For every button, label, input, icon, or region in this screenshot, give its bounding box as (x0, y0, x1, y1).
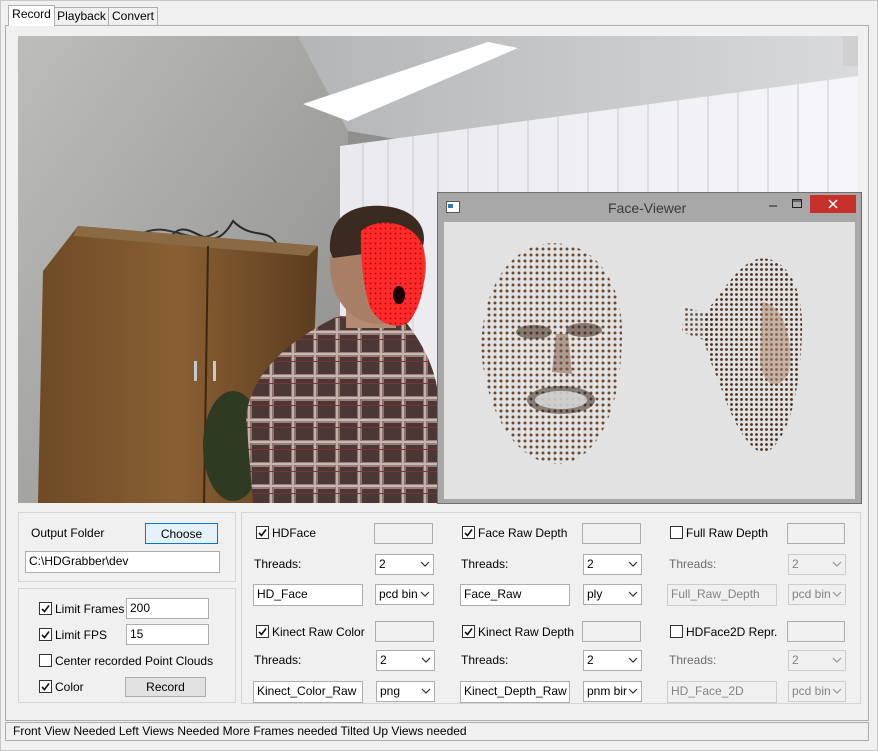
streams-group (241, 512, 861, 704)
kinect-raw-depth-threads-value: 2 (587, 653, 594, 667)
face-viewer-title: Face-Viewer (608, 200, 687, 216)
kinect-raw-depth-threads-select[interactable]: 2 (583, 650, 642, 671)
tab-playback[interactable]: Playback (54, 7, 109, 25)
hdface2d-threads-value: 2 (792, 653, 799, 667)
face-raw-depth-threads-label: Threads: (461, 557, 509, 571)
face-raw-depth-threads-value: 2 (587, 557, 594, 571)
status-bar: Front View Needed Left Views Needed More… (5, 722, 869, 741)
full-raw-depth-threads-label: Threads: (669, 557, 717, 571)
center-clouds-label: Center recorded Point Clouds (55, 654, 214, 668)
face-raw-depth-status-box (582, 523, 641, 544)
face-raw-depth-filename[interactable]: Face_Raw (460, 584, 570, 606)
chevron-down-icon (421, 657, 431, 663)
kinect-raw-depth-format-select[interactable]: pnm bir (583, 681, 642, 702)
face-raw-depth-label: Face Raw Depth (478, 526, 568, 540)
kinect-raw-depth-checkbox[interactable] (462, 625, 475, 638)
hdface-status-box (374, 523, 433, 544)
hdface-checkbox[interactable] (256, 526, 269, 539)
kinect-raw-depth-filename[interactable]: Kinect_Depth_Raw (460, 681, 570, 703)
kinect-raw-color-label: Kinect Raw Color (272, 625, 365, 639)
face-raw-depth-format-select[interactable]: ply (583, 584, 642, 605)
point-cloud-render (481, 243, 803, 465)
color-checkbox[interactable] (39, 680, 52, 693)
face-viewer-titlebar[interactable]: Face-Viewer (438, 193, 861, 221)
hdface-filename[interactable]: HD_Face (253, 584, 363, 606)
full-raw-depth-threads-select[interactable]: 2 (788, 554, 846, 575)
hdface-format-select[interactable]: pcd bin (375, 584, 434, 605)
face-viewer-canvas[interactable] (444, 222, 855, 499)
hdface-format-value: pcd bin (379, 587, 418, 601)
limit-frames-label: Limit Frames (55, 602, 125, 616)
chevron-down-icon (832, 688, 842, 694)
kinect-raw-depth-threads-label: Threads: (461, 653, 509, 667)
hdface-label: HDFace (272, 526, 317, 540)
kinect-raw-depth-format-value: pnm bir (587, 684, 628, 698)
center-clouds-checkbox[interactable] (39, 654, 52, 667)
chevron-down-icon (832, 591, 842, 597)
face-viewer-window[interactable]: Face-Viewer (437, 192, 862, 504)
chevron-down-icon (628, 688, 638, 694)
limit-fps-label: Limit FPS (55, 628, 108, 642)
choose-button[interactable]: Choose (145, 523, 218, 544)
kinect-raw-color-filename[interactable]: Kinect_Color_Raw (253, 681, 363, 703)
tab-record[interactable]: Record (8, 5, 55, 26)
full-raw-depth-checkbox[interactable] (670, 526, 683, 539)
kinect-raw-color-format-select[interactable]: png (376, 681, 435, 702)
app-icon (446, 201, 460, 213)
record-button[interactable]: Record (125, 677, 206, 697)
hdface2d-status-box (787, 621, 845, 642)
hdface2d-threads-label: Threads: (669, 653, 717, 667)
chevron-down-icon (628, 657, 638, 663)
chevron-down-icon (832, 657, 842, 663)
hdface2d-format-value: pcd bin (792, 684, 831, 698)
hdface2d-checkbox[interactable] (670, 625, 683, 638)
kinect-raw-color-status-box (375, 621, 434, 642)
minimize-icon[interactable] (766, 197, 780, 211)
close-icon[interactable] (810, 195, 856, 213)
chevron-down-icon (832, 561, 842, 567)
hdface2d-format-select[interactable]: pcd bin (788, 681, 846, 702)
output-path-field[interactable]: C:\HDGrabber\dev (25, 551, 220, 573)
limit-fps-input[interactable]: 15 (126, 624, 209, 645)
limit-frames-checkbox[interactable] (39, 602, 52, 615)
full-raw-depth-filename[interactable]: Full_Raw_Depth (667, 584, 777, 606)
kinect-raw-color-threads-label: Threads: (254, 653, 302, 667)
maximize-icon[interactable] (790, 197, 804, 211)
output-folder-label: Output Folder (31, 526, 105, 540)
full-raw-depth-format-select[interactable]: pcd bin (788, 584, 846, 605)
kinect-raw-color-threads-value: 2 (380, 653, 387, 667)
chevron-down-icon (420, 591, 430, 597)
full-raw-depth-status-box (787, 523, 845, 544)
kinect-raw-color-format-value: png (380, 684, 401, 698)
status-text: Front View Needed Left Views Needed More… (13, 724, 467, 738)
kinect-raw-depth-label: Kinect Raw Depth (478, 625, 575, 639)
face-raw-depth-format-value: ply (587, 587, 603, 601)
kinect-raw-color-threads-select[interactable]: 2 (376, 650, 435, 671)
hdface2d-threads-select[interactable]: 2 (788, 650, 846, 671)
hdface-threads-label: Threads: (254, 557, 302, 571)
chevron-down-icon (628, 591, 638, 597)
kinect-raw-depth-status-box (582, 621, 641, 642)
hdface-threads-select[interactable]: 2 (375, 554, 434, 575)
hdface2d-filename[interactable]: HD_Face_2D (667, 681, 777, 703)
chevron-down-icon (420, 561, 430, 567)
kinect-raw-color-checkbox[interactable] (256, 625, 269, 638)
limit-fps-checkbox[interactable] (39, 628, 52, 641)
face-raw-depth-threads-select[interactable]: 2 (583, 554, 642, 575)
hdface2d-label: HDFace2D Repr. (686, 625, 778, 639)
full-raw-depth-label: Full Raw Depth (686, 526, 769, 540)
chevron-down-icon (421, 688, 431, 694)
color-label: Color (55, 680, 84, 694)
tab-convert[interactable]: Convert (108, 7, 158, 25)
face-raw-depth-checkbox[interactable] (462, 526, 475, 539)
chevron-down-icon (628, 561, 638, 567)
hdface-threads-value: 2 (379, 557, 386, 571)
limit-frames-input[interactable]: 200 (126, 598, 209, 619)
full-raw-depth-format-value: pcd bin (792, 587, 831, 601)
full-raw-depth-threads-value: 2 (792, 557, 799, 571)
